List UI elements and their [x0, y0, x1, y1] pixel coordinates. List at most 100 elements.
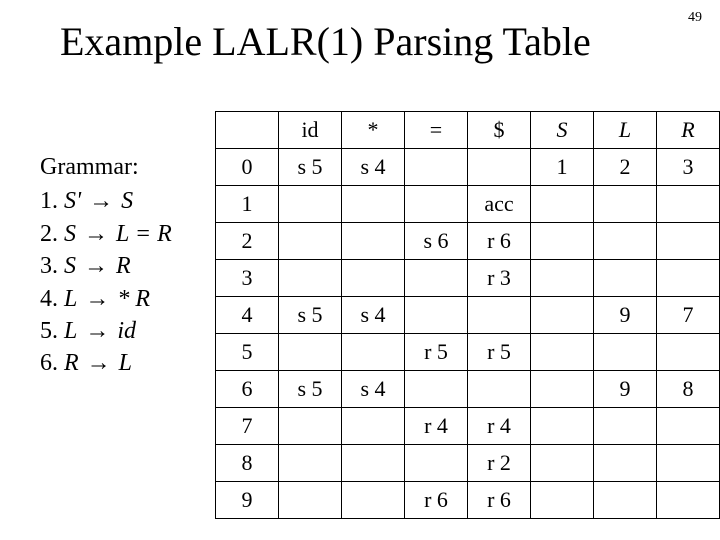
grammar-heading: Grammar: [40, 151, 205, 183]
rule-lhs: L [64, 286, 77, 312]
cell: s 5 [279, 297, 342, 334]
cell [531, 371, 594, 408]
col-id: id [279, 112, 342, 149]
slide-title: Example LALR(1) Parsing Table [0, 0, 720, 65]
rule-lhs: S [64, 221, 76, 247]
rule-rhs: R [116, 253, 131, 279]
cell [594, 334, 657, 371]
cell [594, 445, 657, 482]
cell: 3 [657, 149, 720, 186]
cell [594, 408, 657, 445]
cell [279, 445, 342, 482]
page-number: 49 [688, 10, 702, 26]
cell: r 4 [468, 408, 531, 445]
cell [531, 482, 594, 519]
cell [342, 482, 405, 519]
state-label: 8 [216, 445, 279, 482]
cell [531, 260, 594, 297]
cell [279, 482, 342, 519]
state-label: 2 [216, 223, 279, 260]
cell [468, 371, 531, 408]
rule-number: 4. [40, 286, 58, 312]
cell [405, 260, 468, 297]
cell [342, 408, 405, 445]
rule-number: 1. [40, 188, 58, 214]
cell: r 5 [468, 334, 531, 371]
table-row: 8 r 2 [216, 445, 720, 482]
state-label: 7 [216, 408, 279, 445]
col-S: S [531, 112, 594, 149]
cell [405, 149, 468, 186]
rule-rhs: id [117, 318, 136, 344]
cell [279, 408, 342, 445]
table-row: 0 s 5 s 4 1 2 3 [216, 149, 720, 186]
cell [657, 334, 720, 371]
cell: r 6 [468, 223, 531, 260]
cell: 7 [657, 297, 720, 334]
cell [657, 260, 720, 297]
cell [279, 334, 342, 371]
rule-lhs: R [64, 350, 79, 376]
cell [342, 445, 405, 482]
cell [531, 408, 594, 445]
cell: s 6 [405, 223, 468, 260]
cell [405, 186, 468, 223]
cell: 8 [657, 371, 720, 408]
rule-lhs: S [64, 253, 76, 279]
cell [342, 186, 405, 223]
state-label: 4 [216, 297, 279, 334]
rule-number: 3. [40, 253, 58, 279]
cell [468, 149, 531, 186]
cell [405, 297, 468, 334]
cell [405, 371, 468, 408]
table-row: 1 acc [216, 186, 720, 223]
state-label: 6 [216, 371, 279, 408]
table-row: 9 r 6 r 6 [216, 482, 720, 519]
table-header-row: id * = $ S L R [216, 112, 720, 149]
cell: r 2 [468, 445, 531, 482]
cell: acc [468, 186, 531, 223]
cell: s 5 [279, 149, 342, 186]
cell: 9 [594, 297, 657, 334]
cell [531, 334, 594, 371]
cell [342, 223, 405, 260]
grammar-rule: 5. L → id [40, 315, 205, 347]
rule-rhs: S [121, 188, 133, 214]
state-label: 0 [216, 149, 279, 186]
cell [279, 260, 342, 297]
col-equals: = [405, 112, 468, 149]
arrow-icon: → [87, 188, 115, 214]
rule-lhs: L [64, 318, 77, 344]
rule-rhs: L = R [116, 221, 172, 247]
lalr-table: id * = $ S L R 0 s 5 s 4 1 2 3 [215, 111, 720, 519]
cell: s 4 [342, 297, 405, 334]
cell: 9 [594, 371, 657, 408]
cell [594, 223, 657, 260]
cell: s 4 [342, 371, 405, 408]
cell: 1 [531, 149, 594, 186]
table-row: 4 s 5 s 4 9 7 [216, 297, 720, 334]
grammar-rule: 3. S → R [40, 250, 205, 282]
cell [657, 223, 720, 260]
cell [657, 445, 720, 482]
grammar-block: Grammar: 1. S' → S 2. S → L = R 3. S → R… [40, 151, 205, 380]
cell [531, 186, 594, 223]
rule-number: 6. [40, 350, 58, 376]
grammar-rule: 4. L → * R [40, 283, 205, 315]
grammar-rule: 6. R → L [40, 347, 205, 379]
cell: r 3 [468, 260, 531, 297]
cell: r 6 [468, 482, 531, 519]
col-R: R [657, 112, 720, 149]
arrow-icon: → [82, 253, 110, 279]
cell [531, 223, 594, 260]
cell [594, 186, 657, 223]
table-corner [216, 112, 279, 149]
cell: s 4 [342, 149, 405, 186]
table-row: 2 s 6 r 6 [216, 223, 720, 260]
state-label: 3 [216, 260, 279, 297]
cell [468, 297, 531, 334]
state-label: 5 [216, 334, 279, 371]
table-row: 3 r 3 [216, 260, 720, 297]
cell [531, 297, 594, 334]
grammar-rule: 2. S → L = R [40, 218, 205, 250]
